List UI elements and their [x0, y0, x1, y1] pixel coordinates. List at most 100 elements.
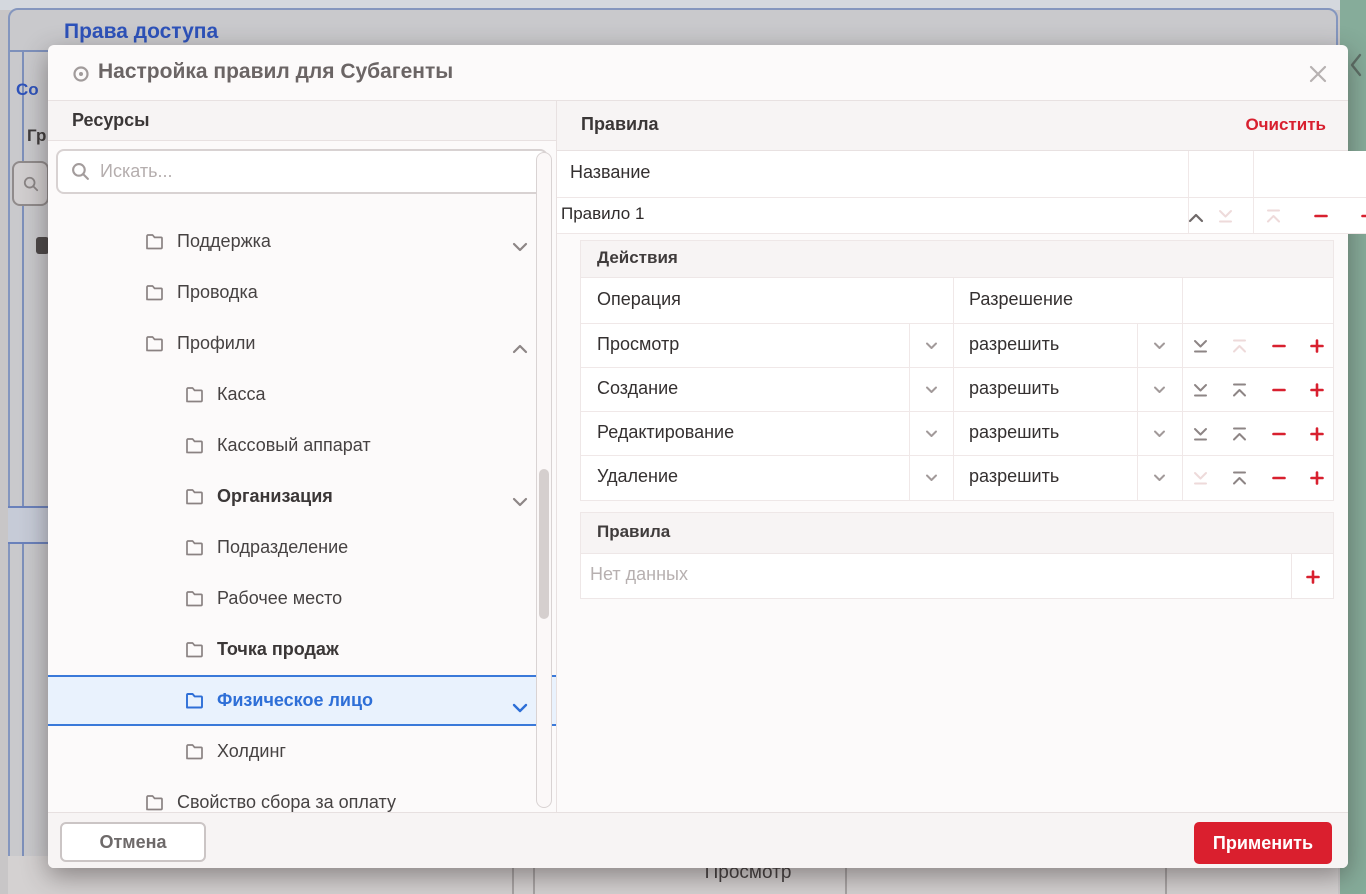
dialog-title: Настройка правил для Субагенты — [98, 60, 453, 84]
tree-item-label: Свойство сбора за оплату — [177, 792, 396, 812]
background-group-fragment: Гр — [27, 126, 46, 146]
add-icon[interactable] — [1360, 208, 1366, 224]
tree-item[interactable]: Подразделение — [48, 522, 556, 573]
column-divider — [1188, 151, 1189, 197]
tree-scrollbar[interactable] — [536, 152, 552, 808]
tree-item-selected[interactable]: Физическое лицо — [48, 675, 556, 726]
operation-dropdown-icon[interactable] — [909, 412, 953, 455]
chevron-down-icon[interactable] — [512, 491, 528, 512]
move-to-bottom-icon[interactable] — [1217, 208, 1234, 224]
permission-dropdown-icon[interactable] — [1137, 412, 1182, 455]
folder-icon — [185, 437, 204, 454]
nested-rules-header-band: Правила — [581, 513, 1333, 554]
dialog-footer: Отмена Применить — [48, 812, 1348, 868]
action-row-controls — [1182, 456, 1335, 500]
target-icon — [72, 65, 90, 83]
remove-icon[interactable] — [1271, 470, 1287, 486]
background-search-fragment — [12, 161, 49, 206]
operation-value: Просмотр — [597, 334, 679, 355]
folder-icon — [145, 233, 164, 250]
actions-header-band: Действия — [581, 241, 1333, 278]
folder-icon — [185, 692, 204, 709]
page-title: Права доступа — [64, 20, 218, 44]
add-icon[interactable] — [1305, 569, 1321, 585]
operation-column-header: Операция — [597, 289, 681, 310]
permission-dropdown-icon[interactable] — [1137, 324, 1182, 367]
move-to-bottom-icon[interactable] — [1192, 338, 1209, 354]
column-divider — [1137, 412, 1138, 455]
permission-dropdown-icon[interactable] — [1137, 368, 1182, 411]
tree-item[interactable]: Холдинг — [48, 726, 556, 777]
column-divider — [909, 456, 910, 500]
column-divider — [1137, 456, 1138, 500]
rules-header-band: Правила Очистить — [557, 101, 1348, 151]
empty-row: Нет данных — [581, 554, 1333, 599]
remove-icon[interactable] — [1313, 208, 1329, 224]
rule-row: Правило 1 — [557, 198, 1366, 234]
tree-item[interactable]: Поддержка — [48, 216, 556, 267]
move-to-top-icon[interactable] — [1231, 382, 1248, 398]
move-to-bottom-icon[interactable] — [1192, 426, 1209, 442]
screen: Права доступа Со Гр Просмотр Настройка п… — [0, 0, 1366, 894]
name-column-header: Название — [570, 162, 650, 183]
chevron-down-icon[interactable] — [512, 697, 528, 718]
close-icon[interactable] — [1302, 58, 1334, 90]
tree-item[interactable]: Кассовый аппарат — [48, 420, 556, 471]
operation-dropdown-icon[interactable] — [909, 324, 953, 367]
tree-item-label: Физическое лицо — [217, 690, 373, 711]
add-icon[interactable] — [1309, 382, 1325, 398]
tree-item[interactable]: Свойство сбора за оплату — [48, 777, 556, 812]
move-to-bottom-icon[interactable] — [1192, 470, 1209, 486]
action-row: Редактирование разрешить — [581, 412, 1333, 456]
rule-name-input[interactable]: Правило 1 — [561, 204, 644, 224]
empty-text: Нет данных — [590, 564, 688, 585]
remove-icon[interactable] — [1271, 426, 1287, 442]
permission-value: разрешить — [969, 334, 1059, 355]
collapse-chevron-icon[interactable] — [1188, 210, 1204, 228]
search-input[interactable] — [100, 153, 540, 190]
add-icon[interactable] — [1309, 426, 1325, 442]
move-to-top-icon[interactable] — [1231, 426, 1248, 442]
operation-dropdown-icon[interactable] — [909, 368, 953, 411]
chevron-up-icon[interactable] — [512, 338, 528, 359]
tree-item[interactable]: Рабочее место — [48, 573, 556, 624]
search-icon — [71, 162, 90, 181]
add-icon[interactable] — [1309, 338, 1325, 354]
actions-header: Действия — [597, 248, 678, 268]
action-row-controls — [1182, 412, 1335, 455]
add-icon[interactable] — [1309, 470, 1325, 486]
tree-item-label: Организация — [217, 486, 333, 507]
permission-column-header: Разрешение — [969, 289, 1073, 310]
scrollbar-thumb[interactable] — [539, 469, 549, 619]
move-to-bottom-icon[interactable] — [1192, 382, 1209, 398]
permission-value: разрешить — [969, 378, 1059, 399]
tree-item[interactable]: Организация — [48, 471, 556, 522]
tree-item[interactable]: Профили — [48, 318, 556, 369]
folder-icon — [145, 284, 164, 301]
clear-button[interactable]: Очистить — [1245, 115, 1326, 135]
permission-dropdown-icon[interactable] — [1137, 456, 1182, 500]
apply-button[interactable]: Применить — [1194, 822, 1332, 864]
action-row-controls — [1182, 368, 1335, 411]
column-divider — [1137, 324, 1138, 367]
tree-item[interactable]: Точка продаж — [48, 624, 556, 675]
add-rule-cell — [1291, 554, 1333, 599]
tree-item[interactable]: Касса — [48, 369, 556, 420]
search-icon — [23, 176, 39, 192]
operation-dropdown-icon[interactable] — [909, 456, 953, 500]
tree-item[interactable]: Проводка — [48, 267, 556, 318]
chevron-left-icon[interactable] — [1349, 52, 1363, 78]
column-divider — [909, 412, 910, 455]
move-to-top-icon[interactable] — [1231, 470, 1248, 486]
background-tab-fragment: Со — [16, 80, 39, 100]
move-to-top-icon[interactable] — [1231, 338, 1248, 354]
tree-item-label: Проводка — [177, 282, 258, 303]
remove-icon[interactable] — [1271, 338, 1287, 354]
cancel-button[interactable]: Отмена — [60, 822, 206, 862]
tree-item-label: Точка продаж — [217, 639, 339, 660]
chevron-down-icon[interactable] — [512, 236, 528, 257]
rules-table-header-row: Название — [557, 151, 1366, 198]
remove-icon[interactable] — [1271, 382, 1287, 398]
move-to-top-icon[interactable] — [1265, 208, 1282, 224]
folder-icon — [185, 488, 204, 505]
